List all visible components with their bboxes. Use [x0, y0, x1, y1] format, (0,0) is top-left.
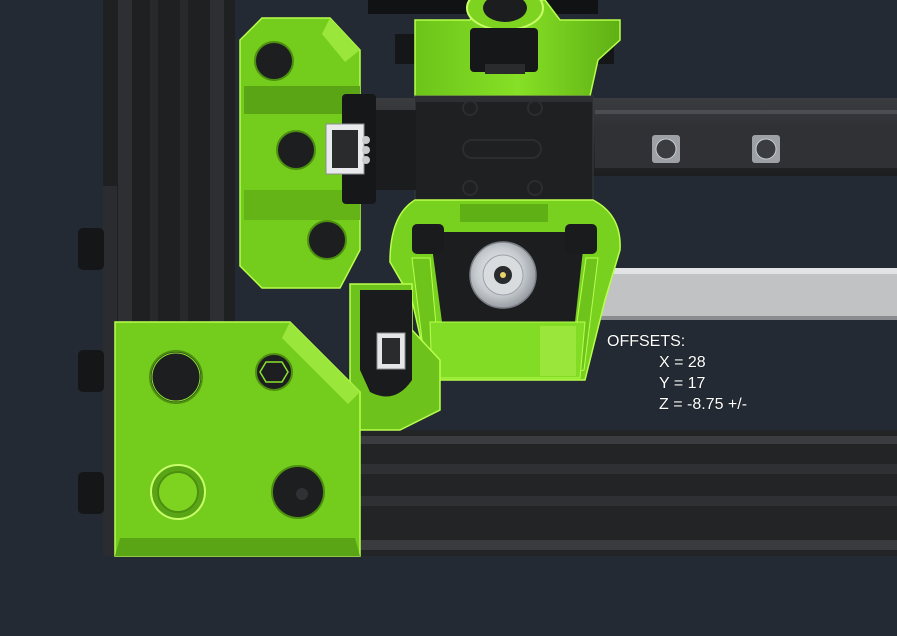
frame-bolt-icon — [78, 228, 104, 514]
bolt-head-icon — [307, 220, 347, 260]
offsets-heading: OFFSETS: — [607, 333, 686, 350]
x-carriage — [414, 95, 594, 207]
y-extrusion — [360, 430, 897, 556]
offset-y: Y = 17 — [659, 375, 706, 392]
bolt-head-icon — [254, 41, 294, 81]
cad-viewport — [0, 0, 897, 636]
bolt-head-icon — [276, 130, 316, 170]
offset-z: Z = -8.75 +/- — [659, 396, 748, 413]
hex-nut-icon — [259, 361, 289, 383]
bolt-head-icon — [149, 350, 203, 404]
offsets-annotation: OFFSETS: X = 28 Y = 17 Z = -8.75 +/- — [607, 331, 747, 415]
offset-x: X = 28 — [659, 354, 706, 371]
corner-bracket — [114, 321, 361, 557]
bearing-icon — [469, 241, 537, 309]
linear-rail — [595, 268, 897, 320]
top-green-bracket — [414, 0, 621, 97]
